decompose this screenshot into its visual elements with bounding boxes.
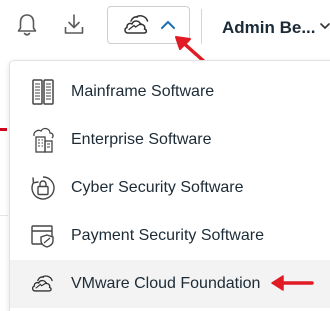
- toolbar-divider: [201, 9, 202, 44]
- menu-item-payment-security-software[interactable]: Payment Security Software: [10, 212, 330, 260]
- vmware-cloud-icon: [30, 270, 56, 298]
- menu-item-label: Enterprise Software: [71, 131, 212, 148]
- background-divider: [0, 215, 8, 216]
- product-switcher-button[interactable]: [107, 6, 190, 44]
- product-dropdown-menu: Mainframe Software Enterprise Software C…: [9, 60, 330, 311]
- menu-item-vmware-cloud-foundation[interactable]: VMware Cloud Foundation: [10, 260, 330, 308]
- menu-item-cyber-security-software[interactable]: Cyber Security Software: [10, 164, 330, 212]
- bell-icon: [17, 14, 37, 36]
- menu-item-label: VMware Cloud Foundation: [71, 275, 261, 292]
- vmware-cloud-icon: [122, 13, 152, 37]
- menu-item-mainframe-software[interactable]: Mainframe Software: [10, 68, 330, 116]
- security-lock-icon: [30, 174, 56, 202]
- chevron-up-icon: [160, 19, 176, 31]
- enterprise-building-icon: [30, 126, 56, 154]
- user-menu-name[interactable]: Admin Be...: [222, 18, 316, 38]
- menu-item-label: Cyber Security Software: [71, 179, 244, 196]
- background-accent-mark: [0, 128, 7, 131]
- mainframe-icon: [30, 78, 56, 106]
- chevron-down-icon[interactable]: [320, 22, 330, 30]
- menu-item-enterprise-software[interactable]: Enterprise Software: [10, 116, 330, 164]
- notifications-button[interactable]: [12, 10, 42, 40]
- menu-item-label: Mainframe Software: [71, 83, 215, 100]
- menu-item-label: Payment Security Software: [71, 227, 264, 244]
- payment-shield-icon: [30, 222, 56, 250]
- download-icon: [64, 14, 84, 34]
- page: Admin Be... Mainframe Software Enterpris…: [0, 0, 330, 311]
- download-button[interactable]: [59, 10, 89, 40]
